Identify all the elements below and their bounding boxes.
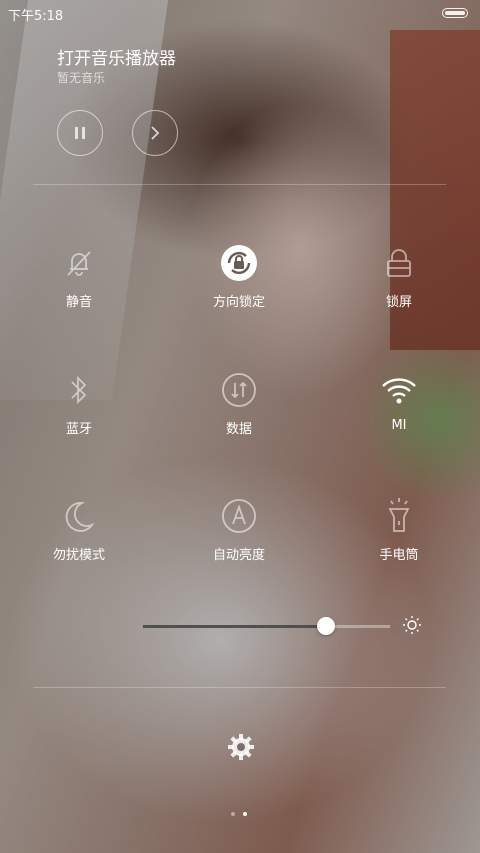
pause-button[interactable] [57, 110, 103, 156]
sun-icon [402, 615, 422, 639]
toggle-do-not-disturb-label: 勿扰模式 [52, 548, 105, 563]
pause-icon [75, 127, 85, 139]
music-player-subtitle: 暂无音乐 [57, 71, 106, 85]
data-icon [219, 370, 259, 410]
toggle-bluetooth-label: 蓝牙 [65, 422, 92, 437]
brightness-slider-thumb[interactable] [316, 617, 335, 635]
toggle-rotation-lock[interactable]: 方向锁定 [189, 243, 289, 310]
toggle-rotation-lock-label: 方向锁定 [212, 295, 265, 310]
music-player-title[interactable]: 打开音乐播放器 [57, 44, 176, 69]
gear-icon [228, 734, 254, 760]
bluetooth-icon [59, 370, 99, 410]
toggle-mobile-data[interactable]: 数据 [189, 370, 289, 437]
toggle-flashlight[interactable]: 手电筒 [349, 496, 449, 563]
moon-icon [59, 496, 99, 536]
toggle-flashlight-label: 手电筒 [379, 548, 419, 563]
toggle-auto-brightness[interactable]: 自动亮度 [189, 496, 289, 563]
toggle-mute[interactable]: 静音 [29, 243, 129, 310]
page-dot-2 [243, 812, 247, 816]
toggle-wifi-label: MI [391, 418, 407, 433]
toggle-wifi[interactable]: MI [349, 370, 449, 433]
toggle-bluetooth[interactable]: 蓝牙 [29, 370, 129, 437]
page-dot-1 [231, 812, 235, 816]
brightness-slider-fill [143, 625, 326, 628]
status-time: 下午5:18 [8, 9, 64, 24]
next-icon [151, 126, 160, 140]
battery-icon [442, 8, 468, 18]
toggle-auto-brightness-label: 自动亮度 [212, 548, 265, 563]
brightness-slider[interactable] [143, 617, 390, 635]
auto-brightness-icon [219, 496, 259, 536]
lock-icon [379, 243, 419, 283]
bell-off-icon [59, 243, 99, 283]
wifi-icon [379, 370, 419, 410]
rotation-lock-icon [219, 243, 259, 283]
next-button[interactable] [132, 110, 178, 156]
toggle-do-not-disturb[interactable]: 勿扰模式 [29, 496, 129, 563]
page-indicator [231, 812, 247, 816]
settings-button[interactable] [227, 733, 255, 765]
divider-top [33, 184, 446, 185]
toggle-lock-screen[interactable]: 锁屏 [349, 243, 449, 310]
flashlight-icon [379, 496, 419, 536]
toggle-lock-screen-label: 锁屏 [385, 295, 412, 310]
divider-bottom [33, 687, 446, 688]
toggle-mute-label: 静音 [65, 295, 92, 310]
toggle-mobile-data-label: 数据 [225, 422, 252, 437]
